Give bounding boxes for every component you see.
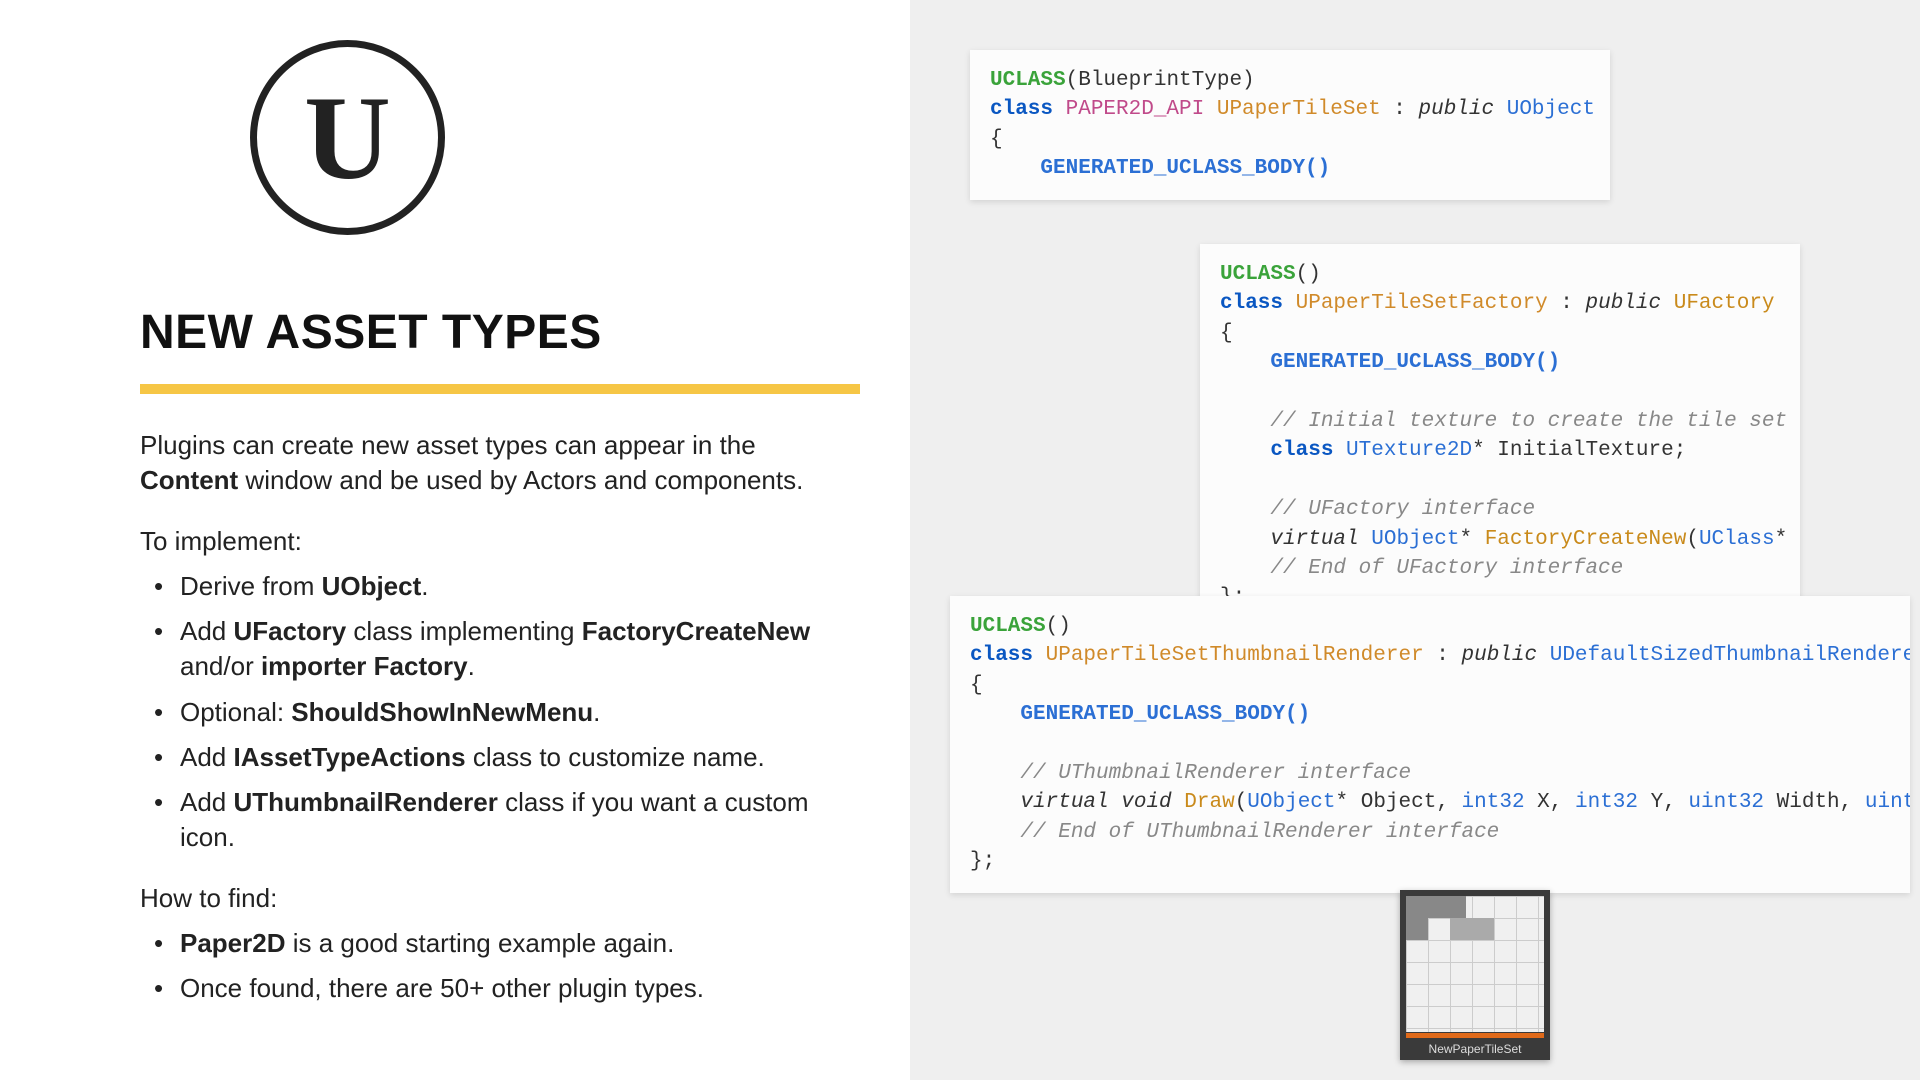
title-underline [140, 384, 860, 394]
list-item: Once found, there are 50+ other plugin t… [150, 971, 840, 1006]
code-block-tileset: UCLASS(BlueprintType) class PAPER2D_API … [970, 50, 1610, 200]
logo: U [250, 40, 850, 235]
unreal-logo-icon: U [304, 78, 391, 198]
find-list: Paper2D is a good starting example again… [140, 926, 840, 1006]
body-text: Plugins can create new asset types can a… [140, 428, 840, 1006]
page-title: NEW ASSET TYPES [140, 305, 850, 360]
list-item: Add UThumbnailRenderer class if you want… [150, 785, 840, 855]
intro-bold: Content [140, 465, 238, 495]
find-heading: How to find: [140, 881, 840, 916]
list-item: Paper2D is a good starting example again… [150, 926, 840, 961]
code-block-factory: UCLASS() class UPaperTileSetFactory : pu… [1200, 244, 1800, 629]
thumbnail-grid-icon [1406, 896, 1544, 1032]
list-item: Optional: ShouldShowInNewMenu. [150, 695, 840, 730]
logo-circle: U [250, 40, 445, 235]
intro-pre: Plugins can create new asset types can a… [140, 430, 756, 460]
list-item: Add UFactory class implementing FactoryC… [150, 614, 840, 684]
list-item: Derive from UObject. [150, 569, 840, 604]
thumbnail-accent-bar [1406, 1033, 1544, 1038]
right-panel: UCLASS(BlueprintType) class PAPER2D_API … [910, 0, 1920, 1080]
implement-list: Derive from UObject. Add UFactory class … [140, 569, 840, 855]
asset-thumbnail: NewPaperTileSet [1400, 890, 1550, 1060]
left-panel: U NEW ASSET TYPES Plugins can create new… [0, 0, 910, 1080]
intro-post: window and be used by Actors and compone… [238, 465, 803, 495]
intro-paragraph: Plugins can create new asset types can a… [140, 428, 840, 498]
list-item: Add IAssetTypeActions class to customize… [150, 740, 840, 775]
code-block-thumbnail: UCLASS() class UPaperTileSetThumbnailRen… [950, 596, 1910, 893]
thumbnail-label: NewPaperTileSet [1400, 1042, 1550, 1056]
implement-heading: To implement: [140, 524, 840, 559]
